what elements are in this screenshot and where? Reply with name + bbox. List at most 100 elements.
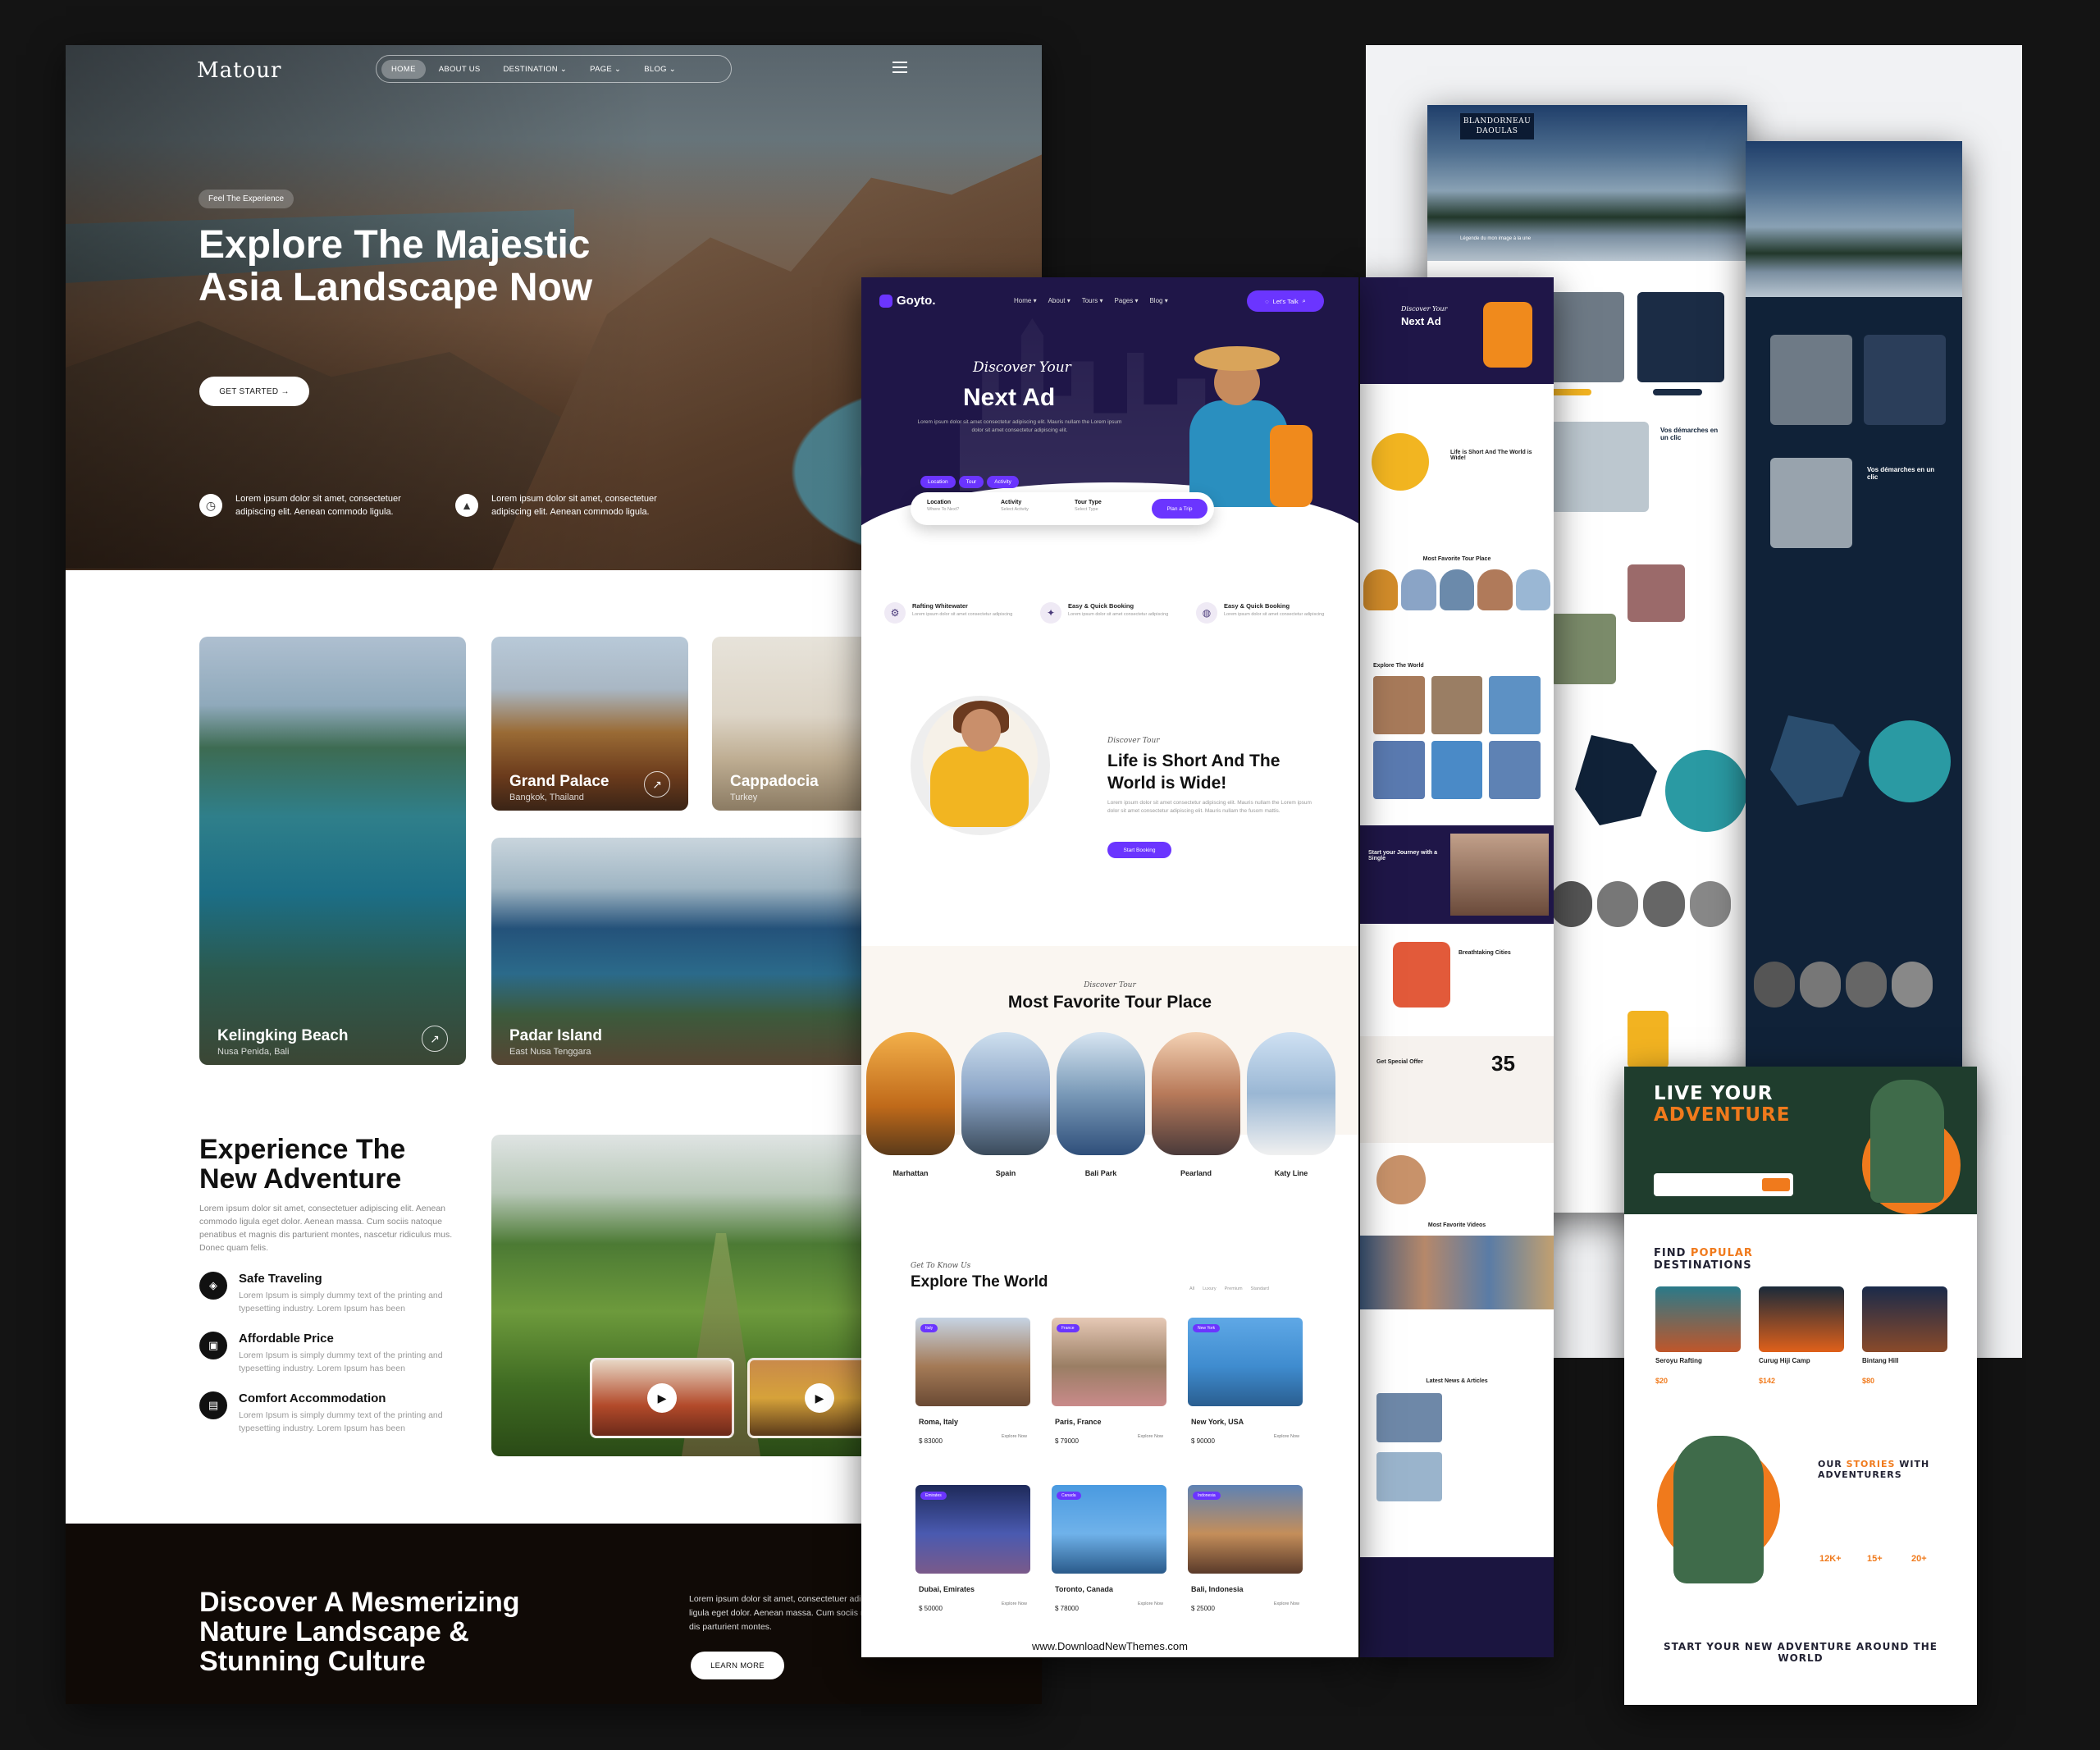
place-name: Marhattan <box>892 1169 929 1177</box>
globe-icon: ◍ <box>1196 602 1217 624</box>
tour-name: Dubai, Emirates <box>919 1585 975 1593</box>
nav-item-about[interactable]: About ▾ <box>1048 297 1071 304</box>
get-started-button[interactable]: GET STARTED → <box>199 377 309 406</box>
news-card-image[interactable] <box>1864 335 1946 425</box>
tour-price: $ 90000 <box>1191 1437 1215 1445</box>
nav-item-home[interactable]: Home ▾ <box>1014 297 1037 304</box>
chat-icon: ◌ <box>1265 297 1269 305</box>
section-text: Lorem ipsum dolor sit amet, consectetuer… <box>199 1204 453 1253</box>
mobile-journey-title: Start your Journey with a Single <box>1368 850 1438 861</box>
blandorneau-dark-preview: Vos démarches en un clic <box>1746 141 1962 1126</box>
logo[interactable]: Goyto. <box>879 294 936 308</box>
destination-card[interactable] <box>1862 1286 1947 1352</box>
explore-link[interactable]: Explore Now <box>1274 1434 1299 1439</box>
tab-premium[interactable]: Premium <box>1225 1286 1243 1291</box>
about-script: Discover Tour <box>1107 737 1160 745</box>
menu-icon[interactable] <box>892 62 907 73</box>
destination-card[interactable]: Kelingking Beach Nusa Penida, Bali ↗ <box>199 637 466 1065</box>
place-card[interactable] <box>961 1032 1050 1155</box>
nav-item-page[interactable]: PAGE ⌄ <box>580 60 631 79</box>
tour-type-field[interactable]: Tour Type Select Type <box>1075 500 1102 512</box>
tab-all[interactable]: All <box>1189 1286 1194 1291</box>
highlight-card[interactable] <box>1628 1011 1669 1068</box>
tour-name: Paris, France <box>1055 1418 1102 1426</box>
arrow-up-right-icon[interactable]: ↗ <box>644 771 670 797</box>
tab-luxury[interactable]: Luxury <box>1203 1286 1217 1291</box>
play-icon[interactable]: ▶ <box>647 1383 677 1413</box>
mobile-places <box>1363 569 1551 610</box>
news-card-image[interactable] <box>1542 292 1624 382</box>
favorite-script: Discover Tour <box>1084 981 1136 989</box>
tag-pill[interactable] <box>1653 389 1702 395</box>
tour-card[interactable]: New York New York, USA $ 90000 Explore N… <box>1188 1318 1303 1457</box>
search-button[interactable] <box>1762 1178 1790 1191</box>
logo[interactable]: Matour <box>197 58 281 83</box>
videos-strip[interactable] <box>1360 1236 1554 1309</box>
play-icon[interactable]: ▶ <box>805 1383 834 1413</box>
nav-item-destination[interactable]: DESTINATION ⌄ <box>494 60 578 79</box>
tour-name: Bali, Indonesia <box>1191 1585 1244 1593</box>
shield-icon: ◈ <box>199 1272 227 1300</box>
tour-card[interactable]: Canada Toronto, Canada $ 78000 Explore N… <box>1052 1485 1166 1624</box>
tour-card[interactable]: Emirates Dubai, Emirates $ 50000 Explore… <box>915 1485 1030 1624</box>
tour-card[interactable]: Indonesia Bali, Indonesia $ 25000 Explor… <box>1188 1485 1303 1624</box>
mobile-offer-value: 35 <box>1491 1051 1515 1076</box>
activity-field[interactable]: Activity Select Activity <box>1001 500 1029 512</box>
destination-card[interactable] <box>1655 1286 1741 1352</box>
tab-tour[interactable]: Tour <box>958 476 984 488</box>
news-card-image[interactable] <box>1770 335 1852 425</box>
feature-item: ◈ Safe Traveling Lorem Ipsum is simply d… <box>199 1272 478 1321</box>
destination-location: Bangkok, Thailand <box>509 793 584 802</box>
stat-value: 20+ <box>1911 1554 1927 1564</box>
nav-item-pages[interactable]: Pages ▾ <box>1115 297 1139 304</box>
feature-item: ▤ Comfort Accommodation Lorem Ipsum is s… <box>199 1391 478 1441</box>
place-card[interactable] <box>1247 1032 1335 1155</box>
place-card[interactable] <box>866 1032 955 1155</box>
explore-link[interactable]: Explore Now <box>1274 1602 1299 1606</box>
news-image[interactable] <box>1376 1393 1442 1442</box>
place-name: Spain <box>995 1169 1016 1177</box>
card-name: Seroyu Rafting <box>1655 1357 1702 1364</box>
destination-card[interactable] <box>1759 1286 1844 1352</box>
destination-name: Cappadocia <box>730 773 819 790</box>
explore-link[interactable]: Explore Now <box>1138 1434 1163 1439</box>
tag-pill[interactable] <box>1550 389 1591 395</box>
map-region[interactable] <box>1770 715 1860 806</box>
plan-trip-button[interactable]: Plan a Trip <box>1152 499 1208 519</box>
nav-item-blog[interactable]: BLOG ⌄ <box>634 60 686 79</box>
lets-talk-button[interactable]: ◌ Let's Talk ⌕ <box>1247 290 1324 312</box>
section-title: Vos démarches en un clic <box>1660 427 1719 441</box>
tour-badge: Italy <box>920 1324 938 1332</box>
explore-link[interactable]: Explore Now <box>1138 1602 1163 1606</box>
nav-item-tours[interactable]: Tours ▾ <box>1082 297 1103 304</box>
mobile-videos-title: Most Favorite Videos <box>1427 1222 1486 1228</box>
explore-link[interactable]: Explore Now <box>1002 1602 1027 1606</box>
nav-item-blog[interactable]: Blog ▾ <box>1149 297 1167 304</box>
tour-price: $ 83000 <box>919 1437 943 1445</box>
tab-activity[interactable]: Activity <box>987 476 1019 488</box>
tab-location[interactable]: Location <box>920 476 956 488</box>
tour-card[interactable]: France Paris, France $ 79000 Explore Now <box>1052 1318 1166 1457</box>
explore-link[interactable]: Explore Now <box>1002 1434 1027 1439</box>
tour-name: Roma, Italy <box>919 1418 959 1426</box>
place-card[interactable] <box>1152 1032 1240 1155</box>
logo[interactable]: BLANDORNEAU DAOULAS <box>1460 113 1534 139</box>
place-card[interactable] <box>1057 1032 1145 1155</box>
start-booking-button[interactable]: Start Booking <box>1107 842 1171 858</box>
location-field[interactable]: Location Where To Next? <box>927 500 959 512</box>
mobile-hero-script: Discover Your <box>1401 305 1448 313</box>
video-thumbnail[interactable]: ▶ <box>590 1358 734 1438</box>
arrow-up-right-icon[interactable]: ↗ <box>422 1026 448 1052</box>
nav-item-about[interactable]: ABOUT US <box>429 60 491 79</box>
search-box[interactable] <box>1654 1173 1793 1196</box>
learn-more-button[interactable]: LEARN MORE <box>691 1652 784 1679</box>
news-image[interactable] <box>1376 1452 1442 1501</box>
destination-card[interactable]: Grand Palace Bangkok, Thailand ↗ <box>491 637 688 811</box>
adventure-template-preview: LIVE YOUR ADVENTURE FIND POPULAR DESTINATI… <box>1624 1067 1977 1705</box>
tab-standard[interactable]: Standard <box>1251 1286 1269 1291</box>
about-text: Lorem ipsum dolor sit amet consectetur a… <box>1107 800 1312 814</box>
nav-item-home[interactable]: HOME <box>381 59 426 79</box>
map-region[interactable] <box>1575 735 1657 825</box>
tour-card[interactable]: Italy Roma, Italy $ 83000 Explore Now <box>915 1318 1030 1457</box>
news-card-image[interactable] <box>1637 292 1724 382</box>
